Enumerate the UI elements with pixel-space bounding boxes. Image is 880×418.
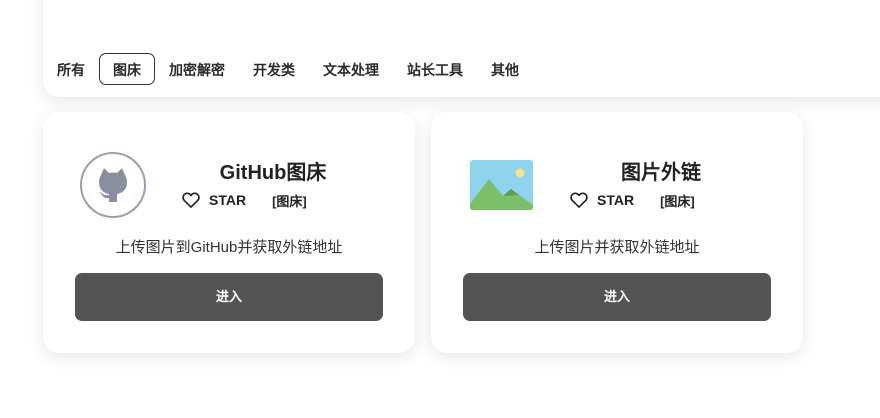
category-tag: [图床] [272, 193, 307, 209]
heart-icon[interactable] [569, 190, 589, 210]
category-tag: [图床] [660, 193, 695, 209]
tab-image-hosting[interactable]: 图床 [99, 53, 155, 85]
category-tabs: 所有 图床 加密解密 开发类 文本处理 站长工具 其他 [43, 53, 533, 85]
enter-button[interactable]: 进入 [463, 273, 771, 321]
star-label[interactable]: STAR [597, 192, 634, 208]
tab-text-processing[interactable]: 文本处理 [309, 53, 393, 85]
card-title: 图片外链 [621, 162, 701, 184]
card-description: 上传图片到GitHub并获取外链地址 [115, 239, 343, 256]
card-description: 上传图片并获取外链地址 [534, 239, 700, 256]
star-row: STAR [图床] [569, 190, 695, 210]
tab-development[interactable]: 开发类 [239, 53, 309, 85]
tab-all[interactable]: 所有 [43, 53, 99, 85]
heart-icon[interactable] [181, 190, 201, 210]
star-label[interactable]: STAR [209, 192, 246, 208]
tab-other[interactable]: 其他 [477, 53, 533, 85]
star-row: STAR [图床] [181, 190, 307, 210]
image-landscape-icon [470, 160, 533, 210]
tab-encrypt-decrypt[interactable]: 加密解密 [155, 53, 239, 85]
enter-button[interactable]: 进入 [75, 273, 383, 321]
tab-webmaster-tools[interactable]: 站长工具 [393, 53, 477, 85]
github-logo-icon [80, 152, 146, 218]
tool-card-github-image-hosting: GitHub图床 STAR [图床] 上传图片到GitHub并获取外链地址 进入 [43, 112, 415, 353]
card-title: GitHub图床 [219, 162, 327, 184]
tool-card-image-link: 图片外链 STAR [图床] 上传图片并获取外链地址 进入 [431, 112, 803, 353]
